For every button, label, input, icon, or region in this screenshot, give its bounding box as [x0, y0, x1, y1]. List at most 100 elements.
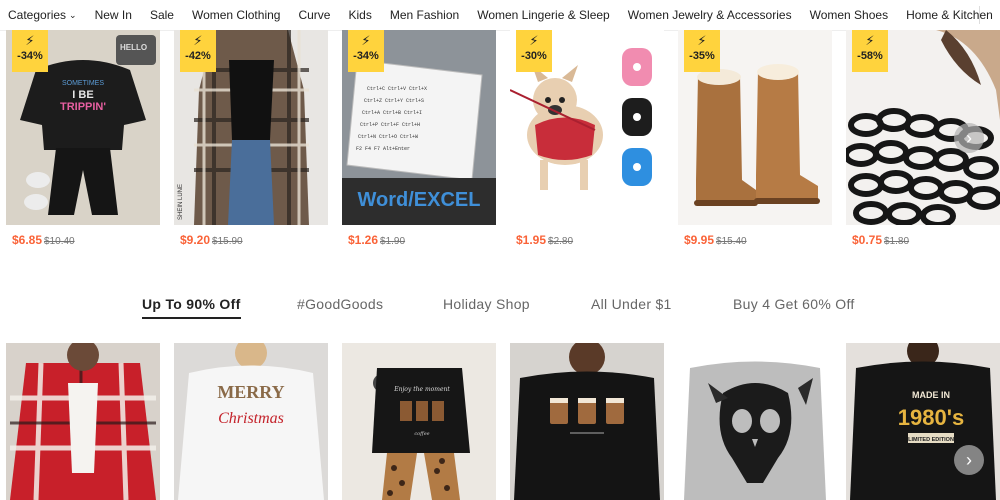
nav-item-sale[interactable]: Sale — [141, 0, 183, 30]
price-line: $1.26 $1.90 — [342, 233, 496, 247]
carousel-next-button[interactable]: › — [954, 123, 984, 153]
original-price: $15.40 — [716, 236, 747, 247]
original-price: $2.80 — [548, 236, 574, 247]
price-line: $9.95 $15.40 — [678, 233, 832, 247]
lightning-bolt-icon: ⚡︎ — [361, 33, 371, 48]
product-card[interactable] — [6, 343, 160, 500]
carousel-next-button[interactable]: › — [954, 445, 984, 475]
product-image[interactable]: ⚡︎ -35% — [678, 30, 832, 225]
svg-text:Ctrl+P Ctrl+F Ctrl+H: Ctrl+P Ctrl+F Ctrl+H — [360, 122, 420, 128]
product-card[interactable] — [510, 343, 664, 500]
print-text: MADE IN — [912, 390, 950, 400]
product-card[interactable]: SHEIN LUNE ⚡︎ -42% $9.20 $15.90 — [174, 30, 328, 247]
svg-text:Ctrl+C Ctrl+V Ctrl+X: Ctrl+C Ctrl+V Ctrl+X — [367, 86, 427, 92]
discount-percent: -58% — [857, 50, 883, 62]
print-text: coffee — [414, 431, 429, 437]
nav-item-women-clothing[interactable]: Women Clothing — [183, 0, 290, 30]
product-image[interactable]: ⚡︎ -58% › — [846, 30, 1000, 225]
print-text: Enjoy the moment — [393, 386, 450, 393]
product-card[interactable]: ⚡︎ -30% $1.95 $2.80 — [510, 30, 664, 247]
product-image[interactable]: ⚡︎ -30% — [510, 30, 664, 225]
product-card[interactable]: Enjoy the moment coffee — [342, 343, 496, 500]
nav-item-curve[interactable]: Curve — [289, 0, 339, 30]
sale-price: $6.85 — [12, 233, 43, 247]
product-card[interactable]: MERRY Christmas — [174, 343, 328, 500]
lightning-bolt-icon: ⚡︎ — [865, 33, 875, 48]
chevron-right-icon: › — [966, 450, 972, 470]
lightning-bolt-icon: ⚡︎ — [193, 33, 203, 48]
sale-price: $1.95 — [516, 233, 547, 247]
original-price: $1.90 — [380, 236, 406, 247]
price-line: $6.85 $10.40 — [6, 233, 160, 247]
nav-item-women-jewelry-accessories[interactable]: Women Jewelry & Accessories — [619, 0, 801, 30]
price-line: $0.75 $1.80 — [846, 233, 1000, 247]
discount-percent: -42% — [185, 50, 211, 62]
nav-item-women-lingerie-sleep[interactable]: Women Lingerie & Sleep — [468, 0, 619, 30]
product-image[interactable]: MADE IN 1980's LIMITED EDITION › — [846, 343, 1000, 500]
svg-text:Ctrl+Z Ctrl+Y Ctrl+S: Ctrl+Z Ctrl+Y Ctrl+S — [364, 98, 424, 104]
print-text: LIMITED EDITION — [908, 437, 954, 443]
product-image[interactable]: MERRY Christmas — [174, 343, 328, 500]
product-image[interactable] — [678, 343, 832, 500]
discount-badge: ⚡︎ -30% — [516, 30, 552, 72]
print-text: I BE — [72, 89, 93, 101]
discount-percent: -30% — [521, 50, 547, 62]
product-card[interactable]: HELLO SOMETIMES I BE TRIPPIN' ⚡︎ -34% $6… — [6, 30, 160, 247]
product-card[interactable] — [678, 343, 832, 500]
print-text: 1980's — [898, 405, 964, 430]
discount-percent: -34% — [353, 50, 379, 62]
discount-badge: ⚡︎ -34% — [348, 30, 384, 72]
product-image[interactable] — [510, 343, 664, 500]
sale-price: $0.75 — [852, 233, 883, 247]
original-price: $1.80 — [884, 236, 910, 247]
product-image[interactable]: SHEIN LUNE ⚡︎ -42% — [174, 30, 328, 225]
top-navigation: Categories ⌄ New In Sale Women Clothing C… — [0, 0, 1000, 31]
product-photo-skull-sweater — [678, 343, 832, 500]
tab-buy-4-get-60-off[interactable]: Buy 4 Get 60% Off — [733, 292, 855, 316]
tab-holiday-shop[interactable]: Holiday Shop — [443, 292, 530, 316]
product-photo-red-plaid-shirt — [6, 343, 160, 500]
tab-up-to-90-off[interactable]: Up To 90% Off — [142, 292, 241, 319]
product-photo-coffee-hoodie-set: Enjoy the moment coffee — [342, 343, 496, 500]
product-image[interactable]: Ctrl+C Ctrl+V Ctrl+X Ctrl+Z Ctrl+Y Ctrl+… — [342, 30, 496, 225]
discount-badge: ⚡︎ -58% — [852, 30, 888, 72]
original-price: $10.40 — [44, 236, 75, 247]
nav-item-women-shoes[interactable]: Women Shoes — [801, 0, 898, 30]
product-card[interactable]: MADE IN 1980's LIMITED EDITION › — [846, 343, 1000, 500]
product-image[interactable]: Enjoy the moment coffee — [342, 343, 496, 500]
product-image[interactable] — [6, 343, 160, 500]
discount-badge: ⚡︎ -34% — [12, 30, 48, 72]
sale-price: $9.20 — [180, 233, 211, 247]
print-text: SOMETIMES — [62, 80, 104, 87]
discount-badge: ⚡︎ -42% — [180, 30, 216, 72]
original-price: $15.90 — [212, 236, 243, 247]
sale-price: $1.26 — [348, 233, 379, 247]
nav-item-new-in[interactable]: New In — [86, 0, 141, 30]
print-text: SHEIN LUNE — [178, 184, 184, 220]
lightning-bolt-icon: ⚡︎ — [25, 33, 35, 48]
svg-text:F2 F4 F7 Alt+Enter: F2 F4 F7 Alt+Enter — [356, 146, 410, 152]
svg-text:Ctrl+A Ctrl+B Ctrl+I: Ctrl+A Ctrl+B Ctrl+I — [362, 110, 422, 116]
nav-item-men-fashion[interactable]: Men Fashion — [381, 0, 468, 30]
print-text: TRIPPIN' — [60, 101, 106, 113]
tab-good-goods[interactable]: #GoodGoods — [297, 292, 383, 316]
chevron-right-icon: › — [966, 128, 972, 148]
sale-price: $9.95 — [684, 233, 715, 247]
product-photo-merry-christmas-sweatshirt: MERRY Christmas — [174, 343, 328, 500]
chevron-down-icon: ⌄ — [69, 9, 77, 20]
product-card[interactable]: ⚡︎ -35% $9.95 $15.40 — [678, 30, 832, 247]
svg-text:Ctrl+N Ctrl+O Ctrl+W: Ctrl+N Ctrl+O Ctrl+W — [358, 134, 418, 140]
nav-item-categories[interactable]: Categories ⌄ — [0, 0, 86, 31]
product-card[interactable]: Ctrl+C Ctrl+V Ctrl+X Ctrl+Z Ctrl+Y Ctrl+… — [342, 30, 496, 247]
print-text: Word/EXCEL — [358, 189, 481, 211]
discount-percent: -34% — [17, 50, 43, 62]
discount-badge: ⚡︎ -35% — [684, 30, 720, 72]
nav-item-kids[interactable]: Kids — [339, 0, 380, 30]
product-card[interactable]: ⚡︎ -58% › $0.75 $1.80 — [846, 30, 1000, 247]
discount-percent: -35% — [689, 50, 715, 62]
product-photo-coffee-sweatshirt — [510, 343, 664, 500]
tab-all-under-1[interactable]: All Under $1 — [591, 292, 672, 316]
nav-item-home-kitchen[interactable]: Home & Kitchen — [897, 0, 1000, 30]
product-photo-1980s-sweatshirt: MADE IN 1980's LIMITED EDITION — [846, 343, 1000, 500]
product-image[interactable]: HELLO SOMETIMES I BE TRIPPIN' ⚡︎ -34% — [6, 30, 160, 225]
